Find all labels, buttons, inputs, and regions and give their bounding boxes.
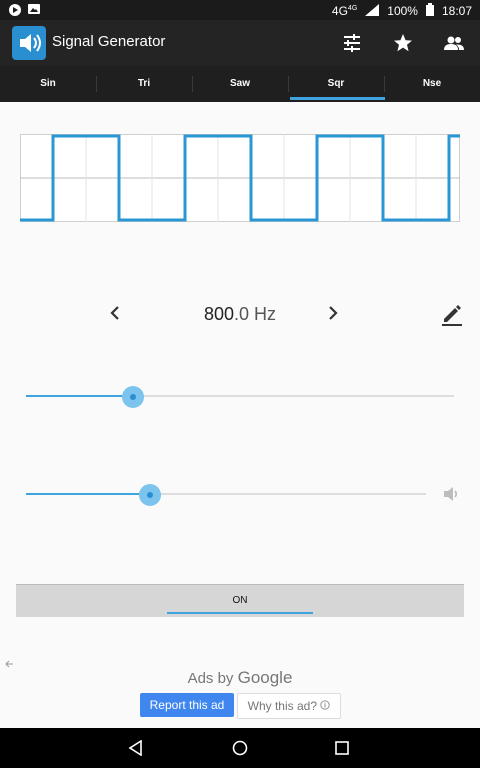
ads-by-text: Ads by	[187, 670, 234, 687]
pencil-icon[interactable]	[440, 303, 464, 333]
slider-thumb[interactable]	[139, 484, 161, 506]
chevron-right-icon[interactable]	[326, 303, 340, 329]
google-logo-text: Google	[237, 668, 293, 687]
waveform-preview	[20, 134, 460, 222]
tab-tri[interactable]: Tri	[96, 66, 192, 102]
network-type: 4G4G	[331, 4, 358, 18]
info-icon	[320, 699, 331, 713]
why-this-ad-label: Why this ad?	[247, 699, 318, 713]
slider-thumb[interactable]	[122, 386, 144, 408]
clock: 18:07	[441, 4, 472, 18]
app-bar: Signal Generator	[0, 20, 480, 66]
selected-tab-indicator	[290, 97, 385, 100]
people-icon[interactable]	[442, 31, 466, 55]
chevron-left-icon[interactable]	[108, 303, 122, 329]
slider-fill	[26, 493, 150, 495]
nav-back-icon[interactable]	[128, 739, 144, 761]
navigation-bar	[0, 728, 480, 768]
speaker-icon[interactable]	[442, 484, 462, 509]
nav-home-icon[interactable]	[232, 740, 248, 761]
why-this-ad-button[interactable]: Why this ad?	[237, 693, 341, 719]
frequency-integer: 800	[203, 304, 235, 324]
report-ad-button[interactable]: Report this ad	[140, 693, 234, 717]
battery-level: 100%	[387, 4, 418, 18]
frequency-decimal-unit: .0 Hz	[234, 304, 277, 324]
play-notification-icon	[8, 3, 22, 20]
frequency-row: 800.0 Hz	[0, 294, 480, 334]
battery-icon	[425, 3, 434, 19]
status-bar: 4G4G 100% 18:07	[0, 0, 480, 20]
tab-saw[interactable]: Saw	[192, 66, 288, 102]
app-title: Signal Generator	[52, 33, 166, 50]
power-toggle-indicator	[167, 612, 313, 614]
tab-sin[interactable]: Sin	[0, 66, 96, 102]
frequency-slider[interactable]	[26, 386, 454, 408]
app-logo-icon	[12, 26, 46, 60]
waveform-tabs: Sin Tri Saw Sqr Nse	[0, 66, 480, 102]
settings-sliders-icon[interactable]	[340, 31, 364, 55]
tab-nse[interactable]: Nse	[384, 66, 480, 102]
volume-slider[interactable]	[26, 484, 426, 506]
signal-icon	[365, 3, 380, 19]
frequency-value[interactable]: 800.0 Hz	[175, 304, 305, 325]
nav-recents-icon[interactable]	[335, 741, 349, 760]
power-toggle-label: ON	[232, 595, 248, 606]
favorite-star-icon[interactable]	[391, 31, 415, 55]
power-toggle-button[interactable]: ON	[16, 584, 464, 617]
ads-by-google: Ads by Google	[0, 668, 480, 688]
image-notification-icon	[28, 3, 40, 20]
slider-fill	[26, 395, 133, 397]
